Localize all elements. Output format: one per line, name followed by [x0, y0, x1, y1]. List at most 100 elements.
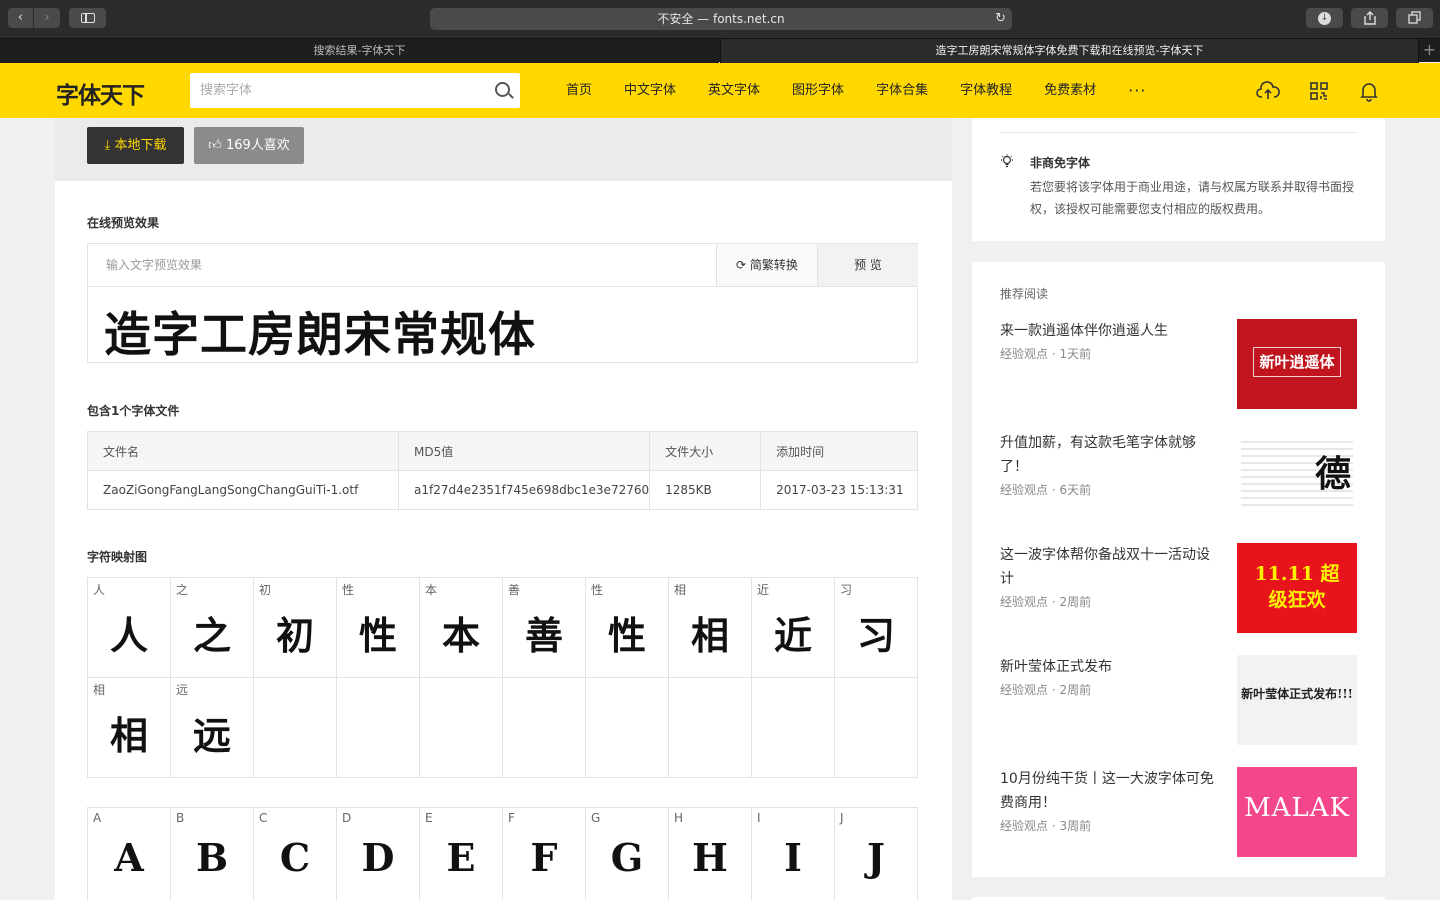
glyph-cell: 相相 [88, 678, 171, 778]
back-icon[interactable]: ‹ [8, 8, 34, 28]
glyph-label: G [591, 811, 601, 825]
site-header: 字体天下 首页 中文字体 英文字体 图形字体 字体合集 字体教程 免费素材 ··… [0, 63, 1440, 118]
glyph-label: 性 [591, 583, 604, 597]
forward-icon[interactable]: › [34, 8, 60, 28]
menu-more-icon[interactable]: ··· [1128, 63, 1146, 118]
glyph-sample: 本 [441, 613, 480, 658]
article-thumbnail[interactable]: 11.11 超级狂欢 [1237, 543, 1357, 633]
menu-item-chinese-fonts[interactable]: 中文字体 [624, 63, 676, 118]
glyph-cell: 近近 [752, 578, 835, 678]
tab-search-results[interactable]: 搜索结果-字体天下 [0, 39, 719, 63]
cell-filename: ZaoZiGongFangLangSongChangGuiTi-1.otf [87, 470, 399, 510]
glyph-cell: DD [337, 808, 420, 900]
article-meta: 经验观点 · 1天前 [1000, 345, 1091, 362]
article-category: 经验观点 [1000, 595, 1049, 609]
glyph-cell: EE [420, 808, 503, 900]
glyph-sample: 善 [524, 613, 563, 658]
glyph-label: 性 [342, 583, 355, 597]
article-thumbnail[interactable]: 新叶逍遥体 [1237, 319, 1357, 409]
article-title[interactable]: 新叶莹体正式发布 [1000, 655, 1220, 679]
menu-item-free-materials[interactable]: 免费素材 [1044, 63, 1096, 118]
article-category: 经验观点 [1000, 819, 1049, 833]
glyph-sample: 习 [856, 613, 895, 658]
glyph-sample: 相 [690, 613, 729, 658]
list-item[interactable]: 这一波字体帮你备战双十一活动设计 经验观点 · 2周前 11.11 超级狂欢 [1000, 543, 1357, 633]
glyph-label: 近 [757, 583, 770, 597]
preview-text-input[interactable] [88, 244, 716, 287]
glyph-cell: BB [171, 808, 254, 900]
glyph-sample: A [114, 835, 144, 880]
thumbs-up-icon: 👍︎ [208, 138, 226, 153]
glyph-sample: 初 [275, 613, 314, 658]
preview-button[interactable]: 预 览 [817, 244, 918, 287]
article-thumbnail[interactable]: 新叶莹体正式发布!!! [1237, 655, 1357, 745]
article-time: 3周前 [1059, 819, 1092, 833]
share-icon [1363, 11, 1376, 25]
sidebar-icon [81, 13, 95, 23]
separator-dot: · [1048, 683, 1060, 697]
article-title[interactable]: 10月份纯干货丨这一大波字体可免费商用！ [1000, 767, 1220, 815]
col-added-time: 添加时间 [760, 431, 918, 471]
site-logo[interactable]: 字体天下 [56, 76, 145, 110]
local-download-button[interactable]: ⤓ 本地下载 [87, 127, 184, 164]
article-thumbnail[interactable]: 德 [1237, 431, 1357, 521]
glyph-sample: 之 [192, 613, 231, 658]
separator-dot: · [1048, 483, 1060, 497]
share-button[interactable] [1351, 8, 1388, 28]
article-title[interactable]: 来一款逍遥体伴你逍遥人生 [1000, 319, 1220, 343]
article-time: 1天前 [1059, 347, 1092, 361]
list-item[interactable]: 来一款逍遥体伴你逍遥人生经验观点 · 1天前 新叶逍遥体 [1000, 319, 1357, 409]
glyph-cell: 初初 [254, 578, 337, 678]
glyph-cell: 善善 [503, 578, 586, 678]
glyph-cell: 本本 [420, 578, 503, 678]
glyph-sample: 近 [773, 613, 812, 658]
cell-added-time: 2017-03-23 15:13:31 [760, 470, 918, 510]
glyph-cell: CC [254, 808, 337, 900]
cell-filesize: 1285KB [649, 470, 762, 510]
search-input[interactable] [190, 73, 480, 108]
cell-md5: a1f27d4e2351f745e698dbc1e3e72760 [397, 470, 651, 510]
downloads-button[interactable]: ↓ [1306, 8, 1343, 28]
glyph-label: 初 [259, 583, 272, 597]
search-icon[interactable] [495, 82, 510, 97]
article-title[interactable]: 这一波字体帮你备战双十一活动设计 [1000, 543, 1220, 591]
sidebar-toggle-button[interactable] [69, 8, 106, 28]
glyph-sample: 性 [358, 613, 397, 658]
tab-font-page[interactable]: 造字工房朗宋常规体字体免费下载和在线预览-字体天下 [720, 39, 1418, 63]
list-item[interactable]: 新叶莹体正式发布经验观点 · 2周前 新叶莹体正式发布!!! [1000, 655, 1357, 745]
new-tab-icon[interactable]: + [1418, 39, 1440, 63]
glyph-sample: H [692, 835, 728, 880]
thumbnail-text: 新叶莹体正式发布!!! [1241, 687, 1353, 701]
license-notice-card: 非商免字体 若您要将该字体用于商业用途，请与权属方联系并取得书面授权，该授权可能… [972, 118, 1385, 241]
convert-label: 简繁转换 [749, 258, 798, 272]
cloud-upload-icon[interactable] [1256, 79, 1280, 103]
list-item[interactable]: 升值加薪，有这款毛笔字体就够了！ 经验观点 · 6天前 德 [1000, 431, 1357, 521]
menu-item-english-fonts[interactable]: 英文字体 [708, 63, 760, 118]
convert-button[interactable]: ⟳ 简繁转换 [716, 244, 817, 287]
reload-icon[interactable]: ↻ [995, 8, 1006, 30]
preview-rendered-text: 造字工房朗宋常规体 [104, 308, 536, 363]
separator-dot: · [1048, 595, 1060, 609]
list-item[interactable]: 10月份纯干货丨这一大波字体可免费商用！ 经验观点 · 3周前 MALAK [1000, 767, 1357, 857]
download-label: 本地下载 [114, 138, 167, 153]
menu-item-font-collections[interactable]: 字体合集 [876, 63, 928, 118]
glyph-sample: 性 [607, 613, 646, 658]
menu-item-home[interactable]: 首页 [566, 63, 592, 118]
like-button[interactable]: 👍︎ 169人喜欢 [194, 127, 304, 164]
article-thumbnail[interactable]: MALAK [1237, 767, 1357, 857]
tabs-overview-button[interactable] [1396, 8, 1433, 28]
browser-toolbar: ‹ › 不安全 — fonts.net.cn ↻ ↓ [0, 0, 1440, 38]
download-icon: ⤓ [104, 138, 115, 153]
article-category: 经验观点 [1000, 347, 1049, 361]
menu-item-graphic-fonts[interactable]: 图形字体 [792, 63, 844, 118]
glyph-label: E [425, 811, 433, 825]
menu-item-tutorials[interactable]: 字体教程 [960, 63, 1012, 118]
bell-icon[interactable] [1357, 79, 1381, 103]
article-time: 2周前 [1059, 683, 1092, 697]
address-bar[interactable]: 不安全 — fonts.net.cn ↻ [430, 8, 1012, 30]
nav-buttons: ‹ › [8, 8, 60, 28]
qrcode-icon[interactable] [1307, 79, 1331, 103]
glyph-label: 相 [93, 683, 106, 697]
article-title[interactable]: 升值加薪，有这款毛笔字体就够了！ [1000, 431, 1220, 479]
article-meta: 经验观点 · 2周前 [1000, 681, 1091, 698]
